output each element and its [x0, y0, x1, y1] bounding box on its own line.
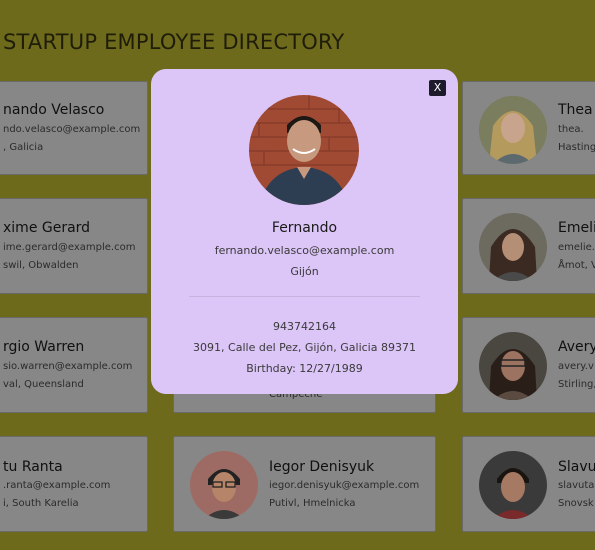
modal-phone: 943742164	[273, 320, 336, 333]
modal-birthday: Birthday: 12/27/1989	[246, 362, 363, 375]
modal-email: fernando.velasco@example.com	[214, 244, 395, 257]
modal-address: 3091, Calle del Pez, Gijón, Galicia 8937…	[193, 341, 416, 354]
employee-modal: X Fernando fernando.velasco@example.com …	[151, 69, 458, 394]
modal-avatar	[249, 95, 359, 205]
divider	[189, 296, 420, 297]
modal-name: Fernando	[271, 220, 338, 236]
close-button[interactable]: X	[429, 80, 446, 96]
modal-city: Gijón	[290, 265, 319, 278]
